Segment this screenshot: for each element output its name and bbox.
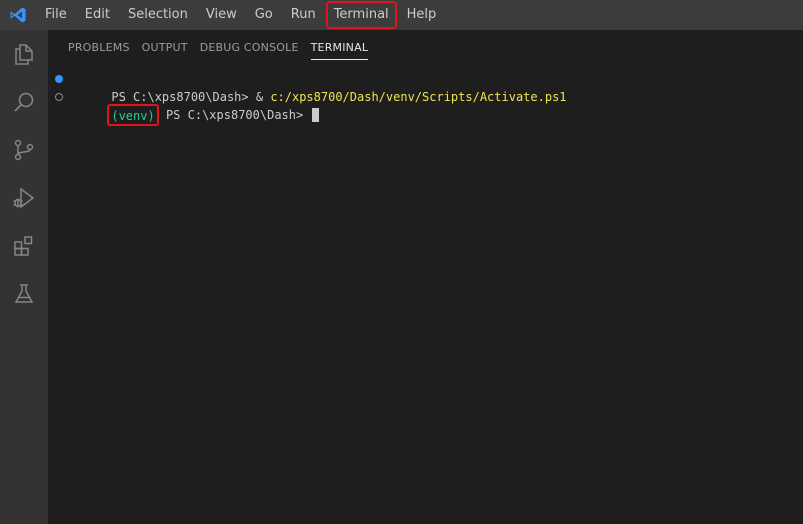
explorer-icon[interactable] [0,30,48,78]
tab-debug-console[interactable]: DEBUG CONSOLE [200,37,299,58]
terminal-line-2: (venv) PS C:\xps8700\Dash> [48,88,803,126]
menu-file[interactable]: File [37,1,75,29]
search-icon[interactable] [0,78,48,126]
panel-tabs: PROBLEMS OUTPUT DEBUG CONSOLE TERMINAL [48,30,803,65]
extensions-icon[interactable] [0,222,48,270]
tab-output[interactable]: OUTPUT [142,37,188,58]
title-bar: File Edit Selection View Go Run Terminal… [0,0,803,30]
run-debug-icon[interactable] [0,174,48,222]
venv-indicator: (venv) [107,104,159,126]
terminal-line-1: PS C:\xps8700\Dash> & c:/xps8700/Dash/ve… [48,70,803,104]
command-success-dot-icon[interactable] [55,75,63,83]
tab-problems[interactable]: PROBLEMS [68,37,130,58]
terminal-output[interactable]: PS C:\xps8700\Dash> & c:/xps8700/Dash/ve… [48,70,803,126]
vscode-logo-icon [0,0,36,30]
command-pending-dot-icon[interactable] [55,93,63,101]
menu-view[interactable]: View [198,1,245,29]
prompt-text: PS C:\xps8700\Dash> [158,108,311,122]
menu-run[interactable]: Run [283,1,324,29]
terminal-panel: PROBLEMS OUTPUT DEBUG CONSOLE TERMINAL P… [48,30,803,524]
menu-help[interactable]: Help [399,1,445,29]
menu-go[interactable]: Go [247,1,281,29]
source-control-icon[interactable] [0,126,48,174]
menu-terminal[interactable]: Terminal [325,1,397,29]
menu-selection[interactable]: Selection [120,1,196,29]
menu-bar: File Edit Selection View Go Run Terminal… [36,0,445,30]
tab-terminal[interactable]: TERMINAL [310,37,369,60]
activity-bar [0,30,48,524]
testing-icon[interactable] [0,270,48,318]
terminal-cursor [312,107,320,122]
menu-edit[interactable]: Edit [77,1,118,29]
